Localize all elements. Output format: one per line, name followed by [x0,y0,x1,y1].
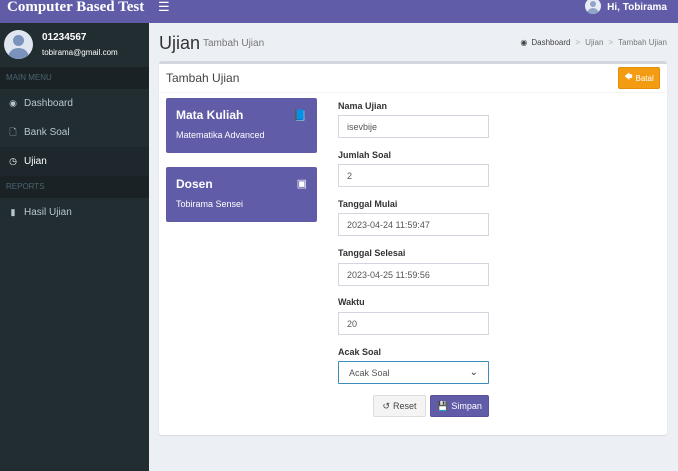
info-card-mata-kuliah: Mata Kuliah 📘 Matematika Advanced [166,98,317,153]
acak-soal-value: Acak Soal [349,367,390,378]
waktu-label: Waktu [338,297,365,307]
user-panel: 01234567 tobirama@gmail.com [0,23,149,67]
sidebar-item-dashboard[interactable]: ◉ Dashboard [0,89,149,118]
hamburger-icon[interactable]: ☰ [158,0,170,14]
user-menu[interactable]: Hi, Tobirama [585,0,667,14]
breadcrumb-current: Tambah Ujian [618,38,667,47]
dashboard-icon: ◉ [520,38,528,47]
tanggal-selesai-input[interactable] [338,263,489,286]
app-title: Computer Based Test [7,0,145,15]
breadcrumb-dashboard[interactable]: Dashboard [531,38,570,47]
sidebar-item-ujian[interactable]: ◷ Ujian [0,147,149,176]
book-icon: 📘 [293,110,307,122]
acak-soal-label: Acak Soal [338,347,382,357]
sidebar-item-label: Bank Soal [24,127,70,138]
nama-ujian-label: Nama Ujian [338,101,388,111]
sidebar-item-label: Dashboard [24,98,73,109]
reset-label: Reset [393,401,417,411]
waktu-input[interactable] [338,312,489,335]
contact-icon: ▣ [296,178,307,190]
user-avatar-icon [585,0,602,14]
sidebar-item-label: Ujian [24,156,47,167]
save-icon: 💾 [437,400,449,411]
breadcrumb-separator: > [608,38,614,47]
card-value: Matematika Advanced [176,130,265,140]
avatar [4,30,33,59]
chevron-down-icon: ⌄ [469,367,478,378]
app-logo[interactable]: Computer Based Test [0,0,149,23]
file-icon: 🗋 [9,126,17,137]
cancel-label: Batal [635,73,654,83]
sidebar-item-label: Hasil Ujian [24,207,72,218]
sidebar: 01234567 tobirama@gmail.com MAIN MENU ◉ … [0,23,149,471]
card-title: Mata Kuliah [176,108,244,122]
reset-button[interactable]: ↺ Reset [373,395,426,417]
tanggal-mulai-label: Tanggal Mulai [338,199,398,209]
undo-icon: ↺ [382,400,391,411]
document-icon: ▮ [10,207,16,217]
breadcrumb: ◉ Dashboard > Ujian > Tambah Ujian [520,38,667,47]
tanggal-selesai-label: Tanggal Selesai [338,248,406,258]
divider [159,92,667,93]
user-id: 01234567 [42,32,87,43]
page-title: Ujian [159,33,201,53]
page-subtitle: Tambah Ujian [203,38,265,49]
form-box: Tambah Ujian 🡄 Batal Mata Kuliah 📘 Matem… [159,61,667,435]
clock-icon: ◷ [9,156,17,166]
jumlah-soal-label: Jumlah Soal [338,150,392,160]
jumlah-soal-input[interactable] [338,164,489,187]
card-value: Tobirama Sensei [176,199,244,209]
tanggal-mulai-input[interactable] [338,213,489,236]
sidebar-item-bank-soal[interactable]: 🗋 Bank Soal [0,118,149,147]
box-title: Tambah Ujian [166,71,240,85]
save-label: Simpan [451,401,482,411]
card-title: Dosen [176,177,213,191]
user-email: tobirama@gmail.com [42,48,118,57]
cancel-button[interactable]: 🡄 Batal [618,67,660,89]
save-button[interactable]: 💾 Simpan [430,395,489,417]
top-navbar: ☰ Hi, Tobirama [149,0,678,23]
nama-ujian-input[interactable] [338,115,489,138]
arrow-left-icon: 🡄 [624,72,633,81]
breadcrumb-separator: > [575,38,581,47]
menu-header-main: MAIN MENU [0,67,149,89]
dashboard-icon: ◉ [9,98,17,108]
sidebar-item-hasil-ujian[interactable]: ▮ Hasil Ujian [0,198,149,227]
info-card-dosen: Dosen ▣ Tobirama Sensei [166,167,317,222]
breadcrumb-ujian[interactable]: Ujian [585,38,603,47]
acak-soal-select[interactable]: Acak Soal ⌄ [338,361,489,384]
menu-header-reports: REPORTS [0,176,149,198]
user-greeting: Hi, Tobirama [607,1,667,13]
